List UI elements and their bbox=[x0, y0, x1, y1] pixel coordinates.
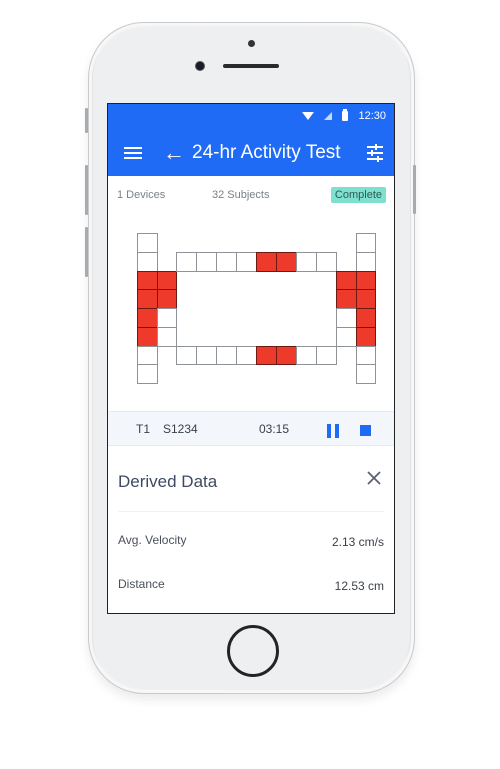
maze-cell-bottom bbox=[196, 345, 217, 366]
row-value: 2.13 cm/s bbox=[331, 535, 384, 549]
maze-cell-right-inner bbox=[336, 308, 357, 328]
tune-icon[interactable] bbox=[366, 144, 384, 162]
earpiece-speaker bbox=[223, 64, 279, 68]
maze-cell-right-inner bbox=[336, 270, 357, 291]
maze-cell-top bbox=[296, 251, 317, 272]
maze-cell-left-inner bbox=[156, 289, 177, 309]
maze-cell-bottom bbox=[236, 345, 257, 366]
maze-cell-bottom bbox=[256, 345, 277, 366]
row-label: Distance bbox=[118, 577, 165, 591]
stop-icon[interactable] bbox=[360, 425, 371, 436]
maze-cell-bottom bbox=[276, 345, 297, 366]
derived-data-panel: Derived Data Avg. Velocity 2.13 cm/s Dis… bbox=[108, 446, 394, 613]
status-bar: 12:30 bbox=[302, 108, 386, 124]
battery-icon bbox=[342, 109, 349, 121]
maze-cell-left-outer bbox=[137, 233, 158, 253]
status-time: 12:30 bbox=[358, 110, 386, 122]
maze-cell-right-outer bbox=[355, 251, 376, 272]
maze-cell-right-outer bbox=[355, 270, 376, 291]
divider bbox=[118, 511, 384, 512]
trial-id: T1 bbox=[136, 422, 151, 436]
maze-cell-left-outer bbox=[137, 364, 158, 384]
maze-cell-left-outer bbox=[137, 326, 158, 347]
menu-icon[interactable] bbox=[124, 147, 142, 160]
page-title: 24-hr Activity Test bbox=[192, 142, 341, 163]
activity-maze bbox=[108, 224, 394, 389]
arrow-back-icon[interactable]: ← bbox=[163, 140, 185, 166]
maze-cell-bottom bbox=[316, 345, 337, 366]
maze-cell-left-outer bbox=[137, 289, 158, 309]
maze-cell-right-outer bbox=[355, 289, 376, 309]
trial-control-bar: T1 S1234 03:15 bbox=[108, 411, 394, 446]
maze-cell-top bbox=[236, 251, 257, 272]
front-camera bbox=[195, 61, 205, 71]
maze-cell-right-outer bbox=[355, 345, 376, 366]
front-sensor bbox=[248, 40, 255, 47]
subjects-count: 32 Subjects bbox=[212, 189, 270, 201]
home-button[interactable] bbox=[227, 625, 279, 677]
row-label: Avg. Velocity bbox=[118, 533, 187, 547]
maze-cell-right-outer bbox=[355, 326, 376, 347]
maze-cell-top bbox=[196, 251, 217, 272]
maze-cell-top bbox=[316, 251, 337, 272]
maze-cell-right-outer bbox=[355, 308, 376, 328]
maze-cell-right-outer bbox=[355, 364, 376, 384]
row-value: 12.53 cm bbox=[334, 579, 384, 593]
app-bar: 12:30 ← 24-hr Activity Test bbox=[108, 104, 394, 176]
mute-switch bbox=[85, 108, 88, 133]
phone-screen: 12:30 ← 24-hr Activity Test 1 Devices 32… bbox=[107, 103, 395, 614]
maze-cell-left-outer bbox=[137, 345, 158, 366]
maze-cell-bottom bbox=[216, 345, 237, 366]
close-icon[interactable] bbox=[366, 470, 382, 486]
status-badge: Complete bbox=[330, 187, 386, 203]
maze-cell-left-inner bbox=[156, 326, 177, 347]
subject-id: S1234 bbox=[163, 422, 198, 436]
data-row-distance: Distance 12.53 cm bbox=[118, 577, 384, 595]
summary-bar: 1 Devices 32 Subjects Complete bbox=[108, 186, 394, 206]
volume-down-button bbox=[85, 227, 88, 277]
maze-cell-left-outer bbox=[137, 308, 158, 328]
maze-cell-top bbox=[176, 251, 197, 272]
pause-icon[interactable] bbox=[327, 424, 340, 438]
maze-cell-bottom bbox=[296, 345, 317, 366]
maze-cell-top bbox=[256, 251, 277, 272]
signal-icon bbox=[324, 112, 333, 120]
panel-title: Derived Data bbox=[118, 472, 218, 491]
maze-cell-left-inner bbox=[156, 308, 177, 328]
power-button bbox=[413, 165, 416, 214]
data-row-avg-velocity: Avg. Velocity 2.13 cm/s bbox=[118, 533, 384, 551]
wifi-icon bbox=[302, 112, 315, 120]
maze-cell-right-inner bbox=[336, 289, 357, 309]
devices-count: 1 Devices bbox=[117, 189, 166, 201]
maze-cell-left-inner bbox=[156, 270, 177, 291]
elapsed-timer: 03:15 bbox=[259, 422, 290, 436]
maze-cell-right-inner bbox=[336, 326, 357, 347]
maze-cell-bottom bbox=[176, 345, 197, 366]
maze-cell-right-outer bbox=[355, 233, 376, 253]
toolbar: ← 24-hr Activity Test bbox=[108, 138, 394, 168]
maze-cell-left-outer bbox=[137, 270, 158, 291]
volume-up-button bbox=[85, 165, 88, 215]
maze-cell-left-outer bbox=[137, 251, 158, 272]
maze-cell-top bbox=[276, 251, 297, 272]
maze-cell-top bbox=[216, 251, 237, 272]
